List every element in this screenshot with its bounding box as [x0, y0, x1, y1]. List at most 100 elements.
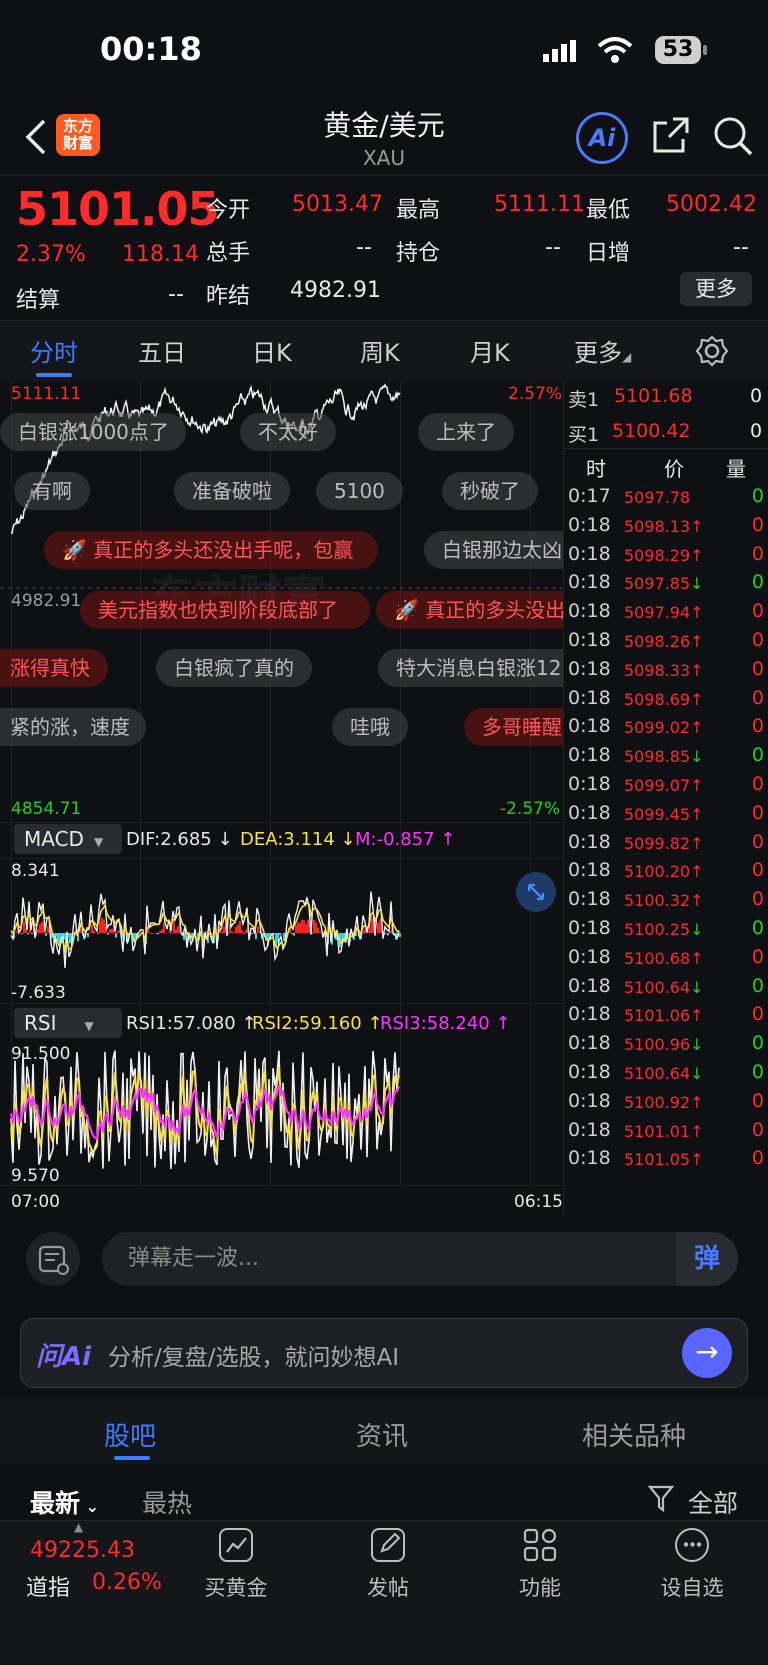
- ai-ask-label: 问Ai: [36, 1342, 92, 1372]
- trades-header-price: 价: [664, 457, 684, 481]
- share-icon[interactable]: [651, 115, 691, 155]
- edit-icon: [371, 1528, 405, 1562]
- macd-bar: [297, 922, 299, 933]
- trade-row: 0:18 5100.25↓ 0: [568, 917, 764, 947]
- caret-down-icon: ▼: [84, 1019, 94, 1033]
- tab-news[interactable]: 资讯: [356, 1416, 408, 1453]
- tab-five-day[interactable]: 五日: [138, 333, 186, 368]
- trade-row: 0:18 5101.05↑ 0: [568, 1147, 764, 1177]
- rocket-icon: 🚀: [62, 538, 94, 562]
- macd-y-max: 8.341: [11, 861, 60, 881]
- danmu-bubble[interactable]: 不太好: [240, 413, 336, 451]
- chart-icon: [219, 1528, 253, 1562]
- trade-direction: ↑: [690, 516, 704, 536]
- rsi-selector[interactable]: RSI ▼: [14, 1008, 122, 1038]
- macd-bar: [173, 920, 175, 933]
- trade-direction: ↓: [690, 1064, 704, 1083]
- trade-price-value: 5098.13: [624, 516, 691, 536]
- tab-intraday[interactable]: 分时: [30, 333, 78, 368]
- danmu-bubble[interactable]: 多哥睡醒: [464, 708, 563, 746]
- settings-gear-icon[interactable]: [696, 335, 728, 367]
- tab-daily-k[interactable]: 日K: [252, 333, 292, 368]
- macd-bar: [91, 924, 93, 933]
- buy1-label: 买1: [568, 424, 600, 446]
- macd-bar: [37, 928, 39, 933]
- danmu-bubble[interactable]: 准备破啦: [174, 472, 290, 510]
- danmu-bubble-featured[interactable]: 🚀 真正的多头还没出手呢，包赢: [44, 531, 378, 569]
- danmu-input[interactable]: 弹幕走一波...: [102, 1232, 738, 1286]
- danmu-bubble[interactable]: 秒破了: [442, 472, 538, 510]
- ai-ask-placeholder[interactable]: 分析/复盘/选股，就问妙想AI: [108, 1338, 399, 1372]
- trade-price: 5099.45↑: [624, 802, 744, 828]
- trade-row: 0:18 5098.69↑ 0: [568, 687, 764, 717]
- tab-monthly-k[interactable]: 月K: [470, 333, 510, 368]
- tab-guba[interactable]: 股吧: [104, 1416, 156, 1453]
- more-quote-button[interactable]: 更多: [680, 272, 752, 306]
- trade-time: 0:18: [568, 888, 611, 911]
- trade-row: 0:18 5100.68↑ 0: [568, 946, 764, 976]
- macd-bar: [251, 933, 253, 934]
- trade-direction: ↑: [690, 948, 704, 968]
- trade-price: 5099.02↑: [624, 715, 744, 741]
- macd-bar: [111, 928, 113, 933]
- tab-related[interactable]: 相关品种: [582, 1416, 686, 1453]
- search-icon[interactable]: [712, 115, 754, 157]
- danmu-bubble[interactable]: 白银涨1000点了: [0, 413, 186, 451]
- ai-button[interactable]: Ai: [576, 112, 628, 164]
- trade-price: 5101.05↑: [624, 1147, 744, 1173]
- low-value: 5002.42: [666, 192, 757, 217]
- trade-direction: ↑: [690, 718, 704, 738]
- expand-icon[interactable]: [516, 872, 556, 912]
- filter-all[interactable]: 全部: [688, 1484, 738, 1520]
- y-mid-label: 4982.91: [11, 591, 82, 611]
- danmu-bubble-featured[interactable]: 🚀 真正的多头没出手: [376, 591, 563, 629]
- danmu-bubble-featured[interactable]: 美元指数也快到阶段底部了: [80, 591, 370, 629]
- y-min-pct-label: -2.57%: [500, 799, 561, 819]
- chevron-down-icon: ⌄: [80, 1497, 99, 1516]
- macd-bar: [307, 919, 309, 933]
- tab-weekly-k[interactable]: 周K: [360, 333, 400, 368]
- trade-price: 5100.96↓: [624, 1032, 744, 1058]
- sort-latest[interactable]: 最新 ⌄: [30, 1484, 99, 1520]
- danmu-settings-icon[interactable]: [26, 1232, 80, 1286]
- danmu-bubble[interactable]: 紧的涨，速度: [0, 708, 146, 746]
- macd-bar: [41, 921, 43, 933]
- macd-bar: [99, 921, 101, 933]
- trade-direction: ↓: [690, 574, 704, 594]
- index-change[interactable]: 0.26%: [92, 1570, 162, 1595]
- tab-more[interactable]: 更多◢: [574, 333, 631, 368]
- danmu-bubble[interactable]: 哇哦: [332, 708, 408, 746]
- trade-volume: 0: [751, 801, 764, 824]
- last-price: 5101.05: [16, 182, 220, 236]
- macd-bar: [115, 933, 117, 938]
- trade-time: 0:18: [568, 801, 611, 824]
- danmu-bubble[interactable]: 白银那边太凶: [424, 531, 563, 569]
- index-name[interactable]: 道指: [26, 1570, 70, 1602]
- nav-functions[interactable]: 功能: [490, 1528, 590, 1602]
- index-value[interactable]: 49225.43: [30, 1538, 135, 1563]
- danmu-send-button[interactable]: 弹: [676, 1232, 738, 1286]
- danmu-bubble[interactable]: 白银疯了真的: [156, 649, 312, 687]
- macd-bar: [257, 926, 259, 933]
- price-series: [10, 383, 401, 535]
- danmu-bubble[interactable]: 有啊: [14, 472, 90, 510]
- macd-selector-label: MACD: [24, 827, 84, 851]
- arrow-right-icon[interactable]: →: [682, 1328, 732, 1378]
- danmu-bubble[interactable]: 特大消息白银涨12: [378, 649, 563, 687]
- nav-buy-gold[interactable]: 买黄金: [186, 1528, 286, 1602]
- danmu-bubble[interactable]: 上来了: [418, 413, 514, 451]
- trade-volume: 0: [751, 657, 764, 680]
- filter-icon[interactable]: [648, 1484, 676, 1514]
- dif-line: [10, 891, 400, 968]
- settle-label: 结算: [16, 288, 61, 313]
- trade-price: 5099.82↑: [624, 831, 744, 857]
- macd-selector[interactable]: MACD ▼: [14, 824, 122, 854]
- nav-post[interactable]: 发帖: [338, 1528, 438, 1602]
- danmu-bubble[interactable]: 5100: [316, 472, 403, 510]
- sort-hot[interactable]: 最热: [142, 1484, 192, 1520]
- nav-add-watchlist[interactable]: 设自选: [642, 1528, 742, 1602]
- macd-bar: [69, 933, 71, 944]
- macd-bar: [371, 918, 373, 933]
- trades-header-time: 时: [586, 457, 606, 481]
- danmu-bubble[interactable]: 涨得真快: [0, 649, 108, 687]
